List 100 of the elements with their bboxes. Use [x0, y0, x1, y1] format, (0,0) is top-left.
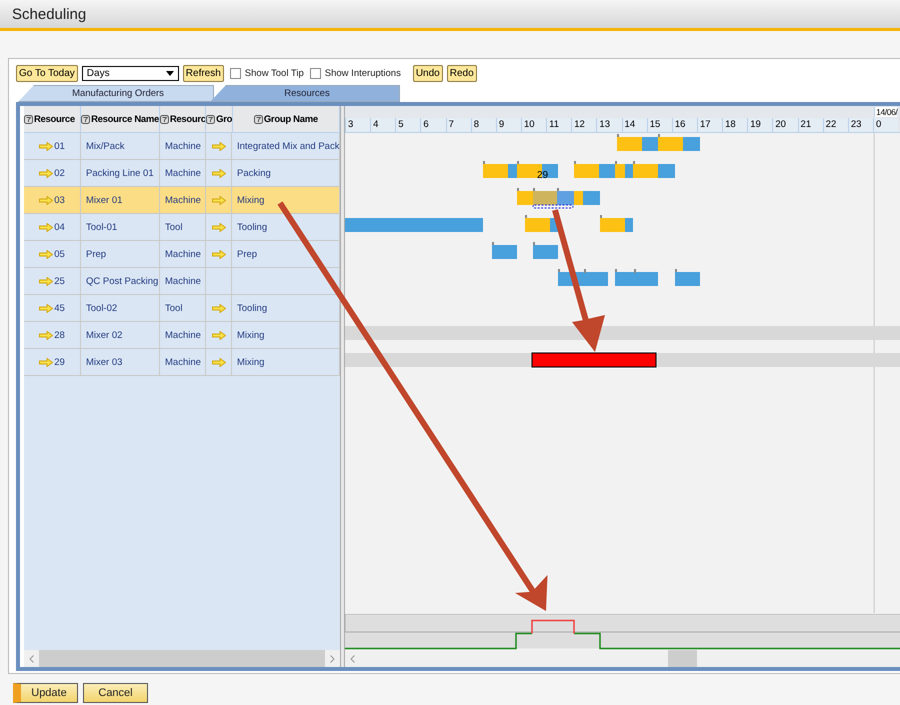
table-cell: Tool-01 — [86, 222, 118, 232]
table-cell: Machine — [165, 248, 201, 260]
hour-label: 0 — [872, 118, 898, 132]
table-cell: Machine — [165, 140, 201, 152]
hour-label: 16 — [672, 118, 697, 132]
hour-label: 20 — [772, 118, 798, 132]
arrow-icon[interactable] — [39, 222, 54, 232]
hour-label: 8 — [470, 118, 496, 132]
table-cell: Mixer 01 — [86, 194, 122, 206]
column-header[interactable]: Resource Name — [81, 106, 160, 132]
start-marker — [533, 242, 535, 245]
table-cell: Machine — [165, 168, 201, 178]
refresh-button[interactable]: Refresh — [182, 65, 224, 82]
arrow-icon[interactable] — [212, 168, 226, 178]
arrow-icon[interactable] — [212, 330, 226, 340]
checkbox-label: Show Tool Tip — [244, 68, 304, 79]
hour-label: 3 — [345, 118, 370, 132]
overload-line — [531, 620, 575, 634]
hour-label: 4 — [370, 118, 396, 132]
date-label: 14/06/ — [874, 107, 898, 117]
view-dropdown[interactable]: Days — [82, 66, 179, 81]
hour-label: 14 — [622, 118, 647, 132]
table-cell: Machine — [165, 330, 201, 340]
resource-row[interactable]: 03 Mixer 01 Machine Mixing — [24, 187, 340, 214]
start-marker — [483, 161, 485, 164]
start-marker — [615, 161, 617, 164]
arrow-icon[interactable] — [212, 196, 226, 204]
resource-row[interactable]: 28 Mixer 02 Machine Mixing — [24, 322, 340, 349]
table-cell: Packing — [237, 168, 271, 178]
column-header[interactable]: Resource — [24, 106, 82, 132]
arrow-icon[interactable] — [212, 222, 226, 232]
scroll-right-icon[interactable] — [330, 654, 335, 662]
hour-label: 11 — [546, 118, 572, 132]
scroll-left-icon[interactable] — [29, 654, 34, 662]
arrow-icon[interactable] — [212, 142, 226, 150]
start-marker — [584, 269, 586, 273]
filter-icon[interactable] — [24, 114, 33, 124]
arrow-icon[interactable] — [212, 250, 226, 258]
splitter[interactable] — [340, 106, 345, 667]
start-marker — [517, 188, 519, 191]
filter-icon[interactable] — [254, 114, 263, 124]
resource-row[interactable]: 01 Mix/Pack Machine Integrated Mix and Pack — [24, 133, 340, 160]
column-header[interactable]: Gro — [206, 106, 233, 132]
hour-label: 19 — [747, 118, 772, 132]
hour-label: 23 — [848, 118, 873, 132]
arrow-icon[interactable] — [39, 358, 54, 366]
table-cell: Tool — [165, 222, 182, 232]
redo-button[interactable]: Redo — [446, 65, 477, 82]
filter-icon[interactable] — [206, 114, 216, 124]
table-cell: Mixing — [237, 330, 264, 340]
update-button[interactable]: Update — [13, 683, 78, 703]
start-marker — [533, 188, 535, 191]
arrow-icon[interactable] — [39, 304, 54, 312]
start-marker — [615, 269, 617, 272]
scrollbar-thumb[interactable] — [668, 650, 697, 667]
table-cell: Tool-02 — [86, 302, 118, 314]
arrow-icon[interactable] — [212, 358, 226, 366]
arrow-icon[interactable] — [39, 168, 54, 178]
arrow-icon[interactable] — [39, 276, 54, 286]
cancel-button[interactable]: Cancel — [83, 683, 148, 703]
go-to-today-button[interactable]: Go To Today — [16, 65, 78, 82]
start-marker — [658, 134, 660, 137]
table-cell: 28 — [54, 330, 65, 340]
checkbox[interactable] — [230, 68, 241, 79]
table-cell: Mix/Pack — [86, 140, 125, 152]
table-cell: Machine — [165, 276, 201, 286]
conflict-bar[interactable] — [532, 352, 656, 368]
hour-label: 7 — [446, 118, 471, 132]
table-cell: 29 — [54, 356, 65, 368]
filter-icon[interactable] — [160, 114, 169, 124]
hour-label: 18 — [722, 118, 748, 132]
undo-button[interactable]: Undo — [412, 65, 443, 82]
table-cell: 05 — [54, 248, 65, 260]
tab[interactable]: Manufacturing Orders — [18, 85, 214, 102]
table-cell: Tool — [165, 302, 182, 314]
start-marker — [517, 161, 519, 164]
resource-row[interactable]: 45 Tool-02 Tool Tooling — [24, 295, 340, 322]
table-cell: Mixer 03 — [86, 356, 122, 368]
hour-label: 13 — [596, 118, 622, 132]
scroll-left-icon[interactable] — [350, 654, 355, 662]
arrow-icon[interactable] — [212, 304, 226, 312]
resource-row[interactable]: 29 Mixer 03 Machine Mixing — [24, 349, 340, 376]
table-cell: 45 — [54, 302, 65, 314]
checkbox-label: Show Interuptions — [324, 68, 401, 79]
start-marker — [558, 269, 560, 272]
table-cell: 04 — [54, 222, 65, 232]
table-cell: 25 — [54, 276, 65, 286]
arrow-icon[interactable] — [39, 142, 54, 150]
start-marker — [600, 215, 602, 218]
arrow-icon[interactable] — [39, 250, 54, 258]
tab[interactable]: Resources — [210, 85, 400, 102]
checkbox[interactable] — [310, 68, 321, 79]
arrow-icon[interactable] — [39, 196, 54, 204]
table-cell: Tooling — [237, 302, 268, 314]
start-marker — [525, 215, 527, 218]
hour-label: 5 — [395, 118, 420, 132]
window-title: Scheduling — [12, 6, 86, 22]
arrow-icon[interactable] — [39, 330, 54, 340]
start-marker — [557, 188, 559, 191]
filter-icon[interactable] — [81, 114, 90, 124]
